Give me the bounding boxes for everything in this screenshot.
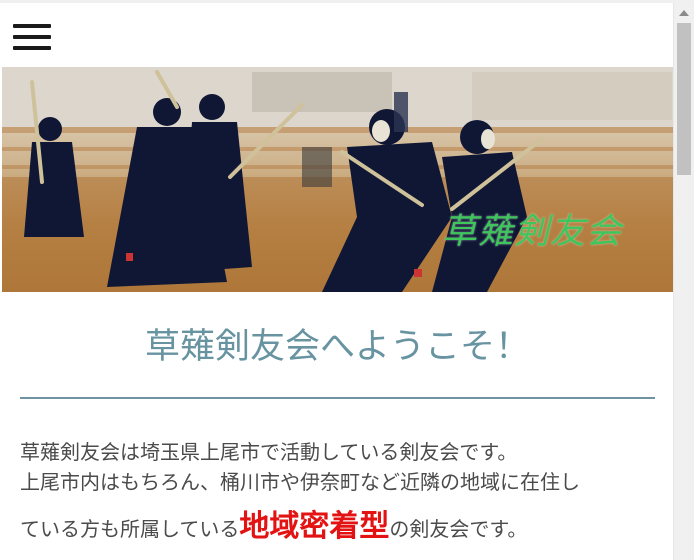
vertical-scrollbar[interactable] [673,3,694,560]
intro-line-1: 草薙剣友会は埼玉県上尾市で活動している剣友会です。 [20,440,518,464]
intro-line-3-after: の剣友会です。 [389,517,528,541]
section-divider [20,397,655,399]
hero-banner: 草薙剣友会 [2,67,673,292]
menu-bar [13,35,51,39]
top-nav [2,3,673,67]
menu-bar [13,46,51,50]
page-content: 草薙剣友会 草薙剣友会へようこそ！ 草薙剣友会は埼玉県上尾市で活動している剣友会… [2,3,673,560]
scroll-up-arrow-icon[interactable] [674,3,694,23]
menu-bar [13,24,51,28]
hamburger-menu-icon[interactable] [13,21,53,51]
kendo-practice-photo [2,67,673,292]
scrollbar-thumb[interactable] [677,23,691,175]
intro-emphasis: 地域密着型 [239,509,390,544]
intro-text: 草薙剣友会は埼玉県上尾市で活動している剣友会です。 上尾市内はもちろん、桶川市や… [20,437,655,547]
intro-line-3-before: ている方も所属している [20,517,240,541]
hero-logo-text: 草薙剣友会 [442,212,623,252]
welcome-heading: 草薙剣友会へようこそ！ [144,327,530,367]
intro-line-2: 上尾市内はもちろん、桶川市や伊奈町など近隣の地域に在住し [20,470,580,494]
intro-line-3: ている方も所属している地域密着型の剣友会です。 [20,509,655,547]
